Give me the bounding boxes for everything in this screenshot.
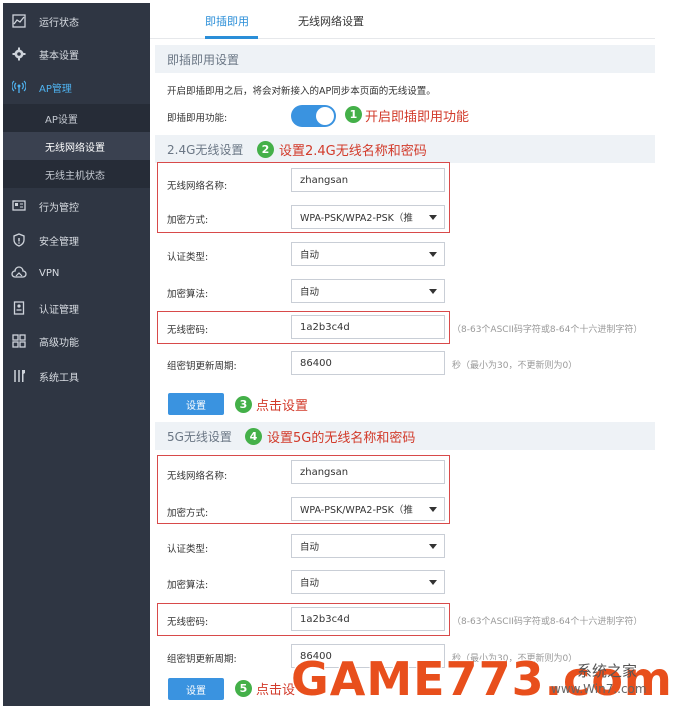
sidebar-item-label: 运行状态	[39, 17, 79, 29]
select-value: 自动	[300, 578, 320, 589]
plug-and-play-description: 开启即插即用之后，将会对新接入的AP同步本页面的无线设置。	[167, 86, 436, 97]
ssid-label-5g: 无线网络名称:	[167, 471, 228, 482]
watermark: GAME773.com 系统之家 www.Win7..com	[291, 652, 672, 709]
sidebar-item-label: VPN	[39, 267, 60, 279]
annotation-enable-plug-and-play: 开启即插即用功能	[365, 110, 470, 125]
section-title: 2.4G无线设置	[167, 142, 244, 157]
sidebar-item-advanced[interactable]: 高级功能	[3, 326, 150, 356]
step-badge-4: 4	[245, 428, 262, 445]
password-input-5g[interactable]: 1a2b3c4d	[291, 607, 445, 631]
sidebar-subitem-wireless-settings[interactable]: 无线网络设置	[3, 132, 150, 160]
chevron-down-icon	[429, 507, 437, 512]
annotation-click-save-5g: 点击设	[256, 683, 296, 698]
grid-advanced-icon	[11, 333, 27, 349]
tab-plug-and-play[interactable]: 即插即用	[205, 13, 249, 29]
rekey-label-5g: 组密钥更新周期:	[167, 654, 237, 665]
rekey-input-24g[interactable]: 86400	[291, 351, 445, 375]
auth-type-select-24g[interactable]: 自动	[291, 242, 445, 266]
chevron-down-icon	[429, 580, 437, 585]
sidebar-item-ap-management[interactable]: AP管理	[3, 72, 150, 102]
chevron-down-icon	[429, 215, 437, 220]
chevron-down-icon	[429, 289, 437, 294]
chevron-down-icon	[429, 544, 437, 549]
tools-icon	[11, 368, 27, 384]
algorithm-select-5g[interactable]: 自动	[291, 570, 445, 594]
select-value: 自动	[300, 250, 320, 261]
sidebar-item-label: 安全管理	[39, 236, 79, 248]
encryption-select-24g[interactable]: WPA-PSK/WPA2-PSK（推	[291, 205, 445, 229]
sidebar-item-label: 认证管理	[39, 304, 79, 316]
tab-bar: 即插即用 无线网络设置	[150, 3, 655, 39]
sidebar-item-behavior-control[interactable]: 行为管控	[3, 191, 150, 221]
rekey-hint-24g: 秒（最小为30，不更新则为0）	[452, 361, 578, 371]
rekey-label-24g: 组密钥更新周期:	[167, 361, 237, 372]
status-chart-icon	[11, 13, 27, 29]
sidebar-item-label: 高级功能	[39, 337, 79, 349]
sidebar-subitem-label: 无线网络设置	[45, 142, 105, 154]
sidebar-item-label: AP管理	[39, 83, 72, 95]
sidebar-subitem-label: AP设置	[45, 114, 78, 126]
sidebar-item-basic-settings[interactable]: 基本设置	[3, 39, 150, 69]
watermark-url: www.Win7..com	[551, 682, 647, 696]
algorithm-select-24g[interactable]: 自动	[291, 279, 445, 303]
behavior-control-icon	[11, 198, 27, 214]
step-badge-5: 5	[235, 680, 252, 697]
password-hint-24g: （8-63个ASCII码字符或8-64个十六进制字符）	[452, 325, 643, 335]
password-hint-5g: （8-63个ASCII码字符或8-64个十六进制字符）	[452, 617, 643, 627]
sidebar-subitem-label: 无线主机状态	[45, 170, 105, 182]
encryption-label-5g: 加密方式:	[167, 508, 209, 519]
sidebar: 运行状态 基本设置 AP管理 AP设置 无线网络设置 无线主机状态 行为管控 安…	[3, 3, 150, 706]
step-badge-2: 2	[257, 141, 274, 158]
section-title: 5G无线设置	[167, 429, 232, 444]
plug-and-play-toggle[interactable]	[291, 105, 336, 127]
auth-type-label-5g: 认证类型:	[167, 544, 209, 555]
step-badge-1: 1	[345, 106, 362, 123]
save-button-5g[interactable]: 设置	[168, 678, 224, 700]
section-plug-and-play: 即插即用设置	[155, 45, 655, 73]
active-tab-indicator	[205, 36, 258, 39]
sidebar-item-status[interactable]: 运行状态	[3, 6, 150, 36]
watermark-site-name: 系统之家	[577, 662, 638, 680]
chevron-down-icon	[429, 252, 437, 257]
section-title: 即插即用设置	[167, 52, 240, 67]
tab-wireless-settings[interactable]: 无线网络设置	[298, 13, 364, 29]
algorithm-label-24g: 加密算法:	[167, 289, 209, 300]
plug-and-play-toggle-label: 即插即用功能:	[167, 113, 228, 124]
shield-icon	[11, 232, 27, 248]
sidebar-item-label: 基本设置	[39, 50, 79, 62]
select-value: 自动	[300, 287, 320, 298]
sidebar-item-auth-management[interactable]: 认证管理	[3, 293, 150, 323]
select-value: WPA-PSK/WPA2-PSK（推	[300, 505, 413, 516]
sidebar-item-label: 行为管控	[39, 202, 79, 214]
sidebar-item-security[interactable]: 安全管理	[3, 225, 150, 255]
auth-type-select-5g[interactable]: 自动	[291, 534, 445, 558]
password-input-24g[interactable]: 1a2b3c4d	[291, 315, 445, 339]
auth-type-label-24g: 认证类型:	[167, 252, 209, 263]
step-badge-3: 3	[235, 396, 252, 413]
password-label-5g: 无线密码:	[167, 617, 209, 628]
save-button-24g[interactable]: 设置	[168, 393, 224, 415]
ssid-input-5g[interactable]: zhangsan	[291, 460, 445, 484]
gear-icon	[11, 46, 27, 62]
ssid-label-24g: 无线网络名称:	[167, 181, 228, 192]
sidebar-subitem-wireless-host-status[interactable]: 无线主机状态	[3, 160, 150, 188]
sidebar-item-system-tools[interactable]: 系统工具	[3, 361, 150, 391]
sidebar-subitem-ap-settings[interactable]: AP设置	[3, 104, 150, 132]
ssid-input-24g[interactable]: zhangsan	[291, 168, 445, 192]
encryption-label-24g: 加密方式:	[167, 215, 209, 226]
sidebar-item-label: 系统工具	[39, 372, 79, 384]
annotation-click-save-24g: 点击设置	[256, 399, 309, 414]
password-label-24g: 无线密码:	[167, 325, 209, 336]
algorithm-label-5g: 加密算法:	[167, 580, 209, 591]
annotation-5g: 设置5G的无线名称和密码	[267, 431, 416, 446]
select-value: WPA-PSK/WPA2-PSK（推	[300, 213, 413, 224]
select-value: 自动	[300, 542, 320, 553]
wireless-ap-icon	[11, 79, 27, 95]
annotation-24g: 设置2.4G无线名称和密码	[279, 144, 427, 159]
auth-id-icon	[11, 300, 27, 316]
encryption-select-5g[interactable]: WPA-PSK/WPA2-PSK（推	[291, 497, 445, 521]
sidebar-item-vpn[interactable]: VPN	[3, 258, 150, 288]
toggle-knob	[316, 107, 334, 125]
cloud-vpn-icon	[11, 265, 27, 281]
